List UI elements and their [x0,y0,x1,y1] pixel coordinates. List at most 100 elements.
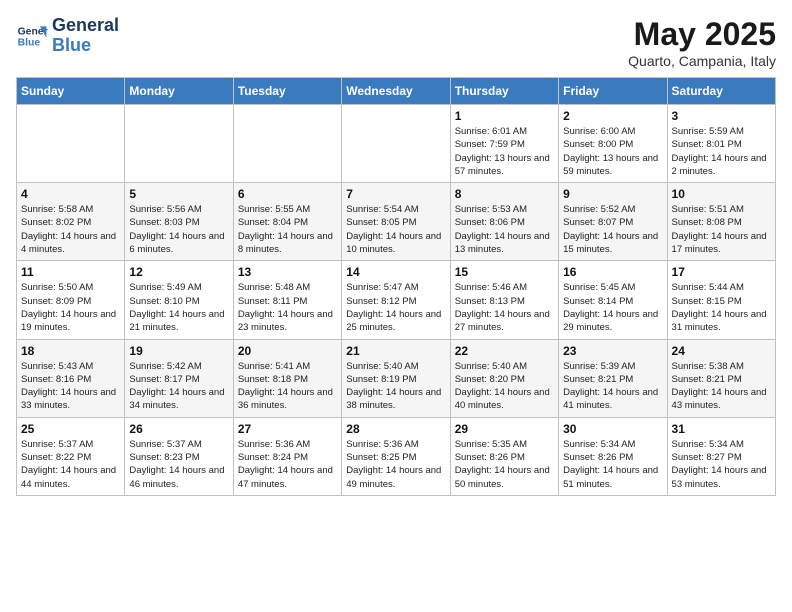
day-header-sunday: Sunday [17,78,125,105]
day-number: 12 [129,265,228,279]
calendar-cell: 16 Sunrise: 5:45 AM Sunset: 8:14 PM Dayli… [559,261,667,339]
day-number: 27 [238,422,337,436]
day-info: Sunrise: 5:43 AM Sunset: 8:16 PM Dayligh… [21,360,120,413]
calendar-cell: 31 Sunrise: 5:34 AM Sunset: 8:27 PM Dayli… [667,417,775,495]
day-number: 14 [346,265,445,279]
day-number: 4 [21,187,120,201]
day-number: 7 [346,187,445,201]
calendar-cell [233,105,341,183]
day-number: 11 [21,265,120,279]
calendar-cell: 17 Sunrise: 5:44 AM Sunset: 8:15 PM Dayli… [667,261,775,339]
calendar-cell: 7 Sunrise: 5:54 AM Sunset: 8:05 PM Daylig… [342,183,450,261]
day-info: Sunrise: 5:35 AM Sunset: 8:26 PM Dayligh… [455,438,554,491]
day-number: 25 [21,422,120,436]
calendar-cell: 3 Sunrise: 5:59 AM Sunset: 8:01 PM Daylig… [667,105,775,183]
day-info: Sunrise: 5:50 AM Sunset: 8:09 PM Dayligh… [21,281,120,334]
day-number: 16 [563,265,662,279]
logo: General Blue GeneralBlue [16,16,119,56]
day-info: Sunrise: 5:42 AM Sunset: 8:17 PM Dayligh… [129,360,228,413]
day-number: 26 [129,422,228,436]
calendar-cell: 9Sunrise: 5:52 AM Sunset: 8:07 PM Daylig… [559,183,667,261]
calendar-week-row: 1 Sunrise: 6:01 AM Sunset: 7:59 PM Daylig… [17,105,776,183]
calendar-cell: 19Sunrise: 5:42 AM Sunset: 8:17 PM Dayli… [125,339,233,417]
calendar-cell: 21Sunrise: 5:40 AM Sunset: 8:19 PM Dayli… [342,339,450,417]
calendar-cell: 29Sunrise: 5:35 AM Sunset: 8:26 PM Dayli… [450,417,558,495]
calendar-cell: 25 Sunrise: 5:37 AM Sunset: 8:22 PM Dayli… [17,417,125,495]
calendar-cell: 1 Sunrise: 6:01 AM Sunset: 7:59 PM Daylig… [450,105,558,183]
day-info: Sunrise: 5:53 AM Sunset: 8:06 PM Dayligh… [455,203,554,256]
day-number: 6 [238,187,337,201]
calendar-cell: 28Sunrise: 5:36 AM Sunset: 8:25 PM Dayli… [342,417,450,495]
day-info: Sunrise: 5:56 AM Sunset: 8:03 PM Dayligh… [129,203,228,256]
calendar-title: May 2025 [628,16,776,53]
day-number: 30 [563,422,662,436]
day-info: Sunrise: 5:55 AM Sunset: 8:04 PM Dayligh… [238,203,337,256]
day-info: Sunrise: 5:49 AM Sunset: 8:10 PM Dayligh… [129,281,228,334]
title-block: May 2025 Quarto, Campania, Italy [628,16,776,69]
day-number: 5 [129,187,228,201]
calendar-week-row: 25 Sunrise: 5:37 AM Sunset: 8:22 PM Dayli… [17,417,776,495]
day-info: Sunrise: 5:41 AM Sunset: 8:18 PM Dayligh… [238,360,337,413]
day-number: 10 [672,187,771,201]
day-header-thursday: Thursday [450,78,558,105]
calendar-table: SundayMondayTuesdayWednesdayThursdayFrid… [16,77,776,496]
calendar-cell: 20 Sunrise: 5:41 AM Sunset: 8:18 PM Dayli… [233,339,341,417]
day-number: 21 [346,344,445,358]
day-info: Sunrise: 5:36 AM Sunset: 8:24 PM Dayligh… [238,438,337,491]
day-info: Sunrise: 5:58 AM Sunset: 8:02 PM Dayligh… [21,203,120,256]
day-number: 3 [672,109,771,123]
day-info: Sunrise: 5:34 AM Sunset: 8:26 PM Dayligh… [563,438,662,491]
calendar-week-row: 18 Sunrise: 5:43 AM Sunset: 8:16 PM Dayli… [17,339,776,417]
day-header-friday: Friday [559,78,667,105]
day-info: Sunrise: 5:37 AM Sunset: 8:23 PM Dayligh… [129,438,228,491]
calendar-cell [125,105,233,183]
day-number: 2 [563,109,662,123]
calendar-subtitle: Quarto, Campania, Italy [628,53,776,69]
calendar-cell: 27 Sunrise: 5:36 AM Sunset: 8:24 PM Dayli… [233,417,341,495]
calendar-cell: 18 Sunrise: 5:43 AM Sunset: 8:16 PM Dayli… [17,339,125,417]
day-info: Sunrise: 6:01 AM Sunset: 7:59 PM Dayligh… [455,125,554,178]
calendar-cell: 10 Sunrise: 5:51 AM Sunset: 8:08 PM Dayli… [667,183,775,261]
calendar-cell: 22 Sunrise: 5:40 AM Sunset: 8:20 PM Dayli… [450,339,558,417]
calendar-cell: 26 Sunrise: 5:37 AM Sunset: 8:23 PM Dayli… [125,417,233,495]
calendar-cell: 6 Sunrise: 5:55 AM Sunset: 8:04 PM Daylig… [233,183,341,261]
day-number: 22 [455,344,554,358]
day-info: Sunrise: 5:54 AM Sunset: 8:05 PM Dayligh… [346,203,445,256]
day-number: 24 [672,344,771,358]
calendar-cell: 30 Sunrise: 5:34 AM Sunset: 8:26 PM Dayli… [559,417,667,495]
calendar-cell: 23 Sunrise: 5:39 AM Sunset: 8:21 PM Dayli… [559,339,667,417]
day-info: Sunrise: 5:44 AM Sunset: 8:15 PM Dayligh… [672,281,771,334]
calendar-cell: 5 Sunrise: 5:56 AM Sunset: 8:03 PM Daylig… [125,183,233,261]
calendar-cell: 14Sunrise: 5:47 AM Sunset: 8:12 PM Dayli… [342,261,450,339]
day-info: Sunrise: 5:52 AM Sunset: 8:07 PM Dayligh… [563,203,662,256]
day-info: Sunrise: 5:34 AM Sunset: 8:27 PM Dayligh… [672,438,771,491]
day-info: Sunrise: 5:38 AM Sunset: 8:21 PM Dayligh… [672,360,771,413]
day-info: Sunrise: 5:37 AM Sunset: 8:22 PM Dayligh… [21,438,120,491]
day-info: Sunrise: 5:51 AM Sunset: 8:08 PM Dayligh… [672,203,771,256]
calendar-header-row: SundayMondayTuesdayWednesdayThursdayFrid… [17,78,776,105]
day-info: Sunrise: 5:46 AM Sunset: 8:13 PM Dayligh… [455,281,554,334]
day-number: 20 [238,344,337,358]
day-info: Sunrise: 5:40 AM Sunset: 8:20 PM Dayligh… [455,360,554,413]
day-info: Sunrise: 5:45 AM Sunset: 8:14 PM Dayligh… [563,281,662,334]
calendar-cell: 4 Sunrise: 5:58 AM Sunset: 8:02 PM Daylig… [17,183,125,261]
calendar-cell: 24 Sunrise: 5:38 AM Sunset: 8:21 PM Dayli… [667,339,775,417]
calendar-cell: 13Sunrise: 5:48 AM Sunset: 8:11 PM Dayli… [233,261,341,339]
calendar-cell: 11 Sunrise: 5:50 AM Sunset: 8:09 PM Dayli… [17,261,125,339]
day-number: 1 [455,109,554,123]
day-number: 17 [672,265,771,279]
day-number: 23 [563,344,662,358]
calendar-week-row: 11 Sunrise: 5:50 AM Sunset: 8:09 PM Dayli… [17,261,776,339]
day-header-monday: Monday [125,78,233,105]
day-info: Sunrise: 5:36 AM Sunset: 8:25 PM Dayligh… [346,438,445,491]
page-header: General Blue GeneralBlue May 2025 Quarto… [16,16,776,69]
day-info: Sunrise: 5:39 AM Sunset: 8:21 PM Dayligh… [563,360,662,413]
day-info: Sunrise: 5:59 AM Sunset: 8:01 PM Dayligh… [672,125,771,178]
calendar-cell: 8 Sunrise: 5:53 AM Sunset: 8:06 PM Daylig… [450,183,558,261]
day-number: 13 [238,265,337,279]
day-header-tuesday: Tuesday [233,78,341,105]
day-number: 8 [455,187,554,201]
day-number: 18 [21,344,120,358]
day-number: 31 [672,422,771,436]
calendar-week-row: 4 Sunrise: 5:58 AM Sunset: 8:02 PM Daylig… [17,183,776,261]
